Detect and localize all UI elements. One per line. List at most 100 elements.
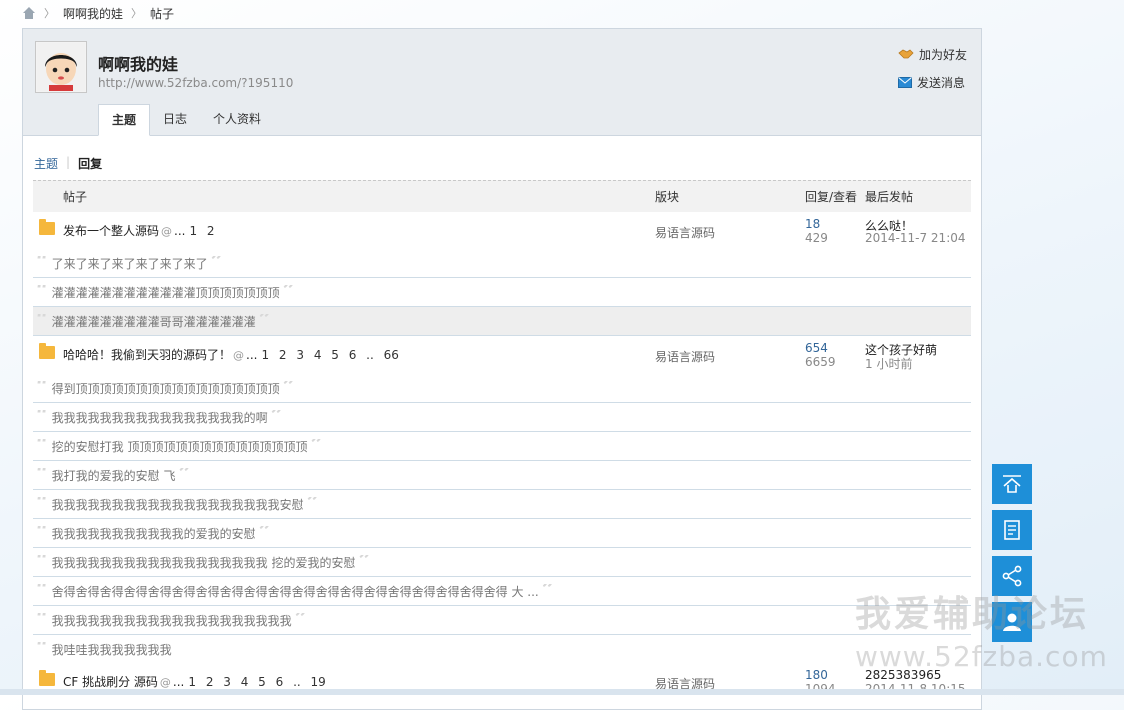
profile-actions: 加为好友 发送消息: [897, 45, 967, 101]
last-post-time[interactable]: 2014-11-7 21:04: [865, 231, 966, 245]
reply-item[interactable]: “我我我我我我我我我我我的爱我的安慰”: [33, 519, 971, 548]
reply-item[interactable]: “挖的安慰打我 顶顶顶顶顶顶顶顶顶顶顶顶顶顶顶”: [33, 432, 971, 461]
thread-title[interactable]: CF 挑战刷分 源码 @... 1 2 3 4 5 6 .. 19: [63, 673, 326, 690]
quote-open-icon: “: [36, 642, 49, 656]
back-to-top-button[interactable]: [992, 464, 1032, 504]
table-header: 帖子 版块 回复/查看 最后发帖: [33, 180, 971, 212]
folder-icon: [39, 670, 55, 686]
watermark-text: 我爱辅助论坛: [855, 594, 1090, 635]
envelope-icon: [897, 76, 912, 88]
quote-close-icon: ”: [178, 468, 192, 482]
thread-forum[interactable]: 易语言源码: [655, 224, 715, 241]
quote-open-icon: “: [36, 256, 49, 270]
reply-item[interactable]: “了来了来了来了来了来了来了”: [33, 249, 971, 278]
folder-icon: [39, 343, 55, 359]
reply-item[interactable]: “得到顶顶顶顶顶顶顶顶顶顶顶顶顶顶顶顶顶”: [33, 374, 971, 403]
reply-item[interactable]: “我我我我我我我我我我我我我我我我我我我我”: [33, 606, 971, 635]
last-post-time[interactable]: 1 小时前: [865, 355, 912, 372]
quote-open-icon: “: [36, 410, 49, 424]
add-friend-label: 加为好友: [918, 47, 967, 62]
document-icon: [1004, 520, 1020, 540]
quote-open-icon: “: [36, 555, 49, 569]
quote-close-icon: ”: [306, 497, 320, 511]
divider: |: [66, 155, 71, 169]
reply-item[interactable]: “我我我我我我我我我我我我我我我我我我我安慰”: [33, 490, 971, 519]
quote-open-icon: “: [36, 613, 49, 627]
paperclip-icon: @: [161, 225, 173, 238]
table-row: CF 挑战刷分 源码 @... 1 2 3 4 5 6 .. 19 易语言源码 18…: [33, 663, 971, 703]
paperclip-icon: @: [159, 676, 171, 689]
folder-icon: [39, 219, 55, 235]
quote-close-icon: ”: [294, 613, 308, 627]
tab-profile[interactable]: 个人资料: [200, 104, 274, 134]
watermark-url: www.52fzba.com: [855, 640, 1108, 673]
quote-close-icon: ”: [358, 555, 372, 569]
send-message-label: 发送消息: [916, 75, 965, 90]
thread-views: 6659: [805, 355, 836, 369]
profile-tabs: 主题 日志 个人资料: [98, 104, 274, 136]
quote-open-icon: “: [36, 468, 49, 482]
quote-close-icon: ”: [258, 526, 272, 540]
quote-open-icon: “: [36, 497, 49, 511]
quote-open-icon: “: [36, 285, 49, 299]
reply-item[interactable]: “灌灌灌灌灌灌灌灌灌哥哥灌灌灌灌灌灌”: [33, 307, 971, 336]
quote-close-icon: ”: [270, 410, 284, 424]
reply-item[interactable]: “我我我我我我我我我我我我我我我我我我 挖的爱我的安慰”: [33, 548, 971, 577]
profile-url[interactable]: http://www.52fzba.com/?195110: [98, 76, 293, 90]
threads-table: 帖子 版块 回复/查看 最后发帖 发布一个整人源码 @... 1 2 易语言源码 1…: [33, 180, 971, 703]
avatar[interactable]: [35, 41, 87, 93]
quote-open-icon: “: [36, 439, 49, 453]
back-to-top-icon: [1003, 475, 1021, 493]
thread-replies[interactable]: 18: [805, 217, 820, 231]
table-row: 哈哈哈！我偷到天羽的源码了！ @... 1 2 3 4 5 6 .. 66 易语言源…: [33, 336, 971, 374]
breadcrumb-page: 帖子: [150, 6, 175, 21]
thread-views: 429: [805, 231, 828, 245]
page-links[interactable]: 1 2 3 4 5 6 .. 66: [261, 348, 398, 362]
handshake-icon: [898, 49, 914, 59]
thread-forum[interactable]: 易语言源码: [655, 348, 715, 365]
subtabs: 主题 | 回复: [34, 155, 102, 172]
profile-panel: 啊啊我的娃 http://www.52fzba.com/?195110 加为好友…: [22, 28, 982, 710]
quote-close-icon: ”: [282, 381, 296, 395]
thread-title[interactable]: 发布一个整人源码 @... 1 2: [63, 222, 215, 239]
breadcrumb: 〉 啊啊我的娃 〉 帖子: [22, 4, 174, 22]
page-links[interactable]: 1 2: [189, 224, 214, 238]
quote-open-icon: “: [36, 381, 49, 395]
bottom-bar: [0, 689, 1124, 695]
add-friend-button[interactable]: 加为好友: [898, 45, 967, 63]
reply-item[interactable]: “我哇哇我我我我我我我: [33, 635, 971, 663]
thread-title[interactable]: 哈哈哈！我偷到天羽的源码了！ @... 1 2 3 4 5 6 .. 66: [63, 346, 399, 363]
subtab-replies[interactable]: 回复: [78, 155, 102, 172]
reply-item[interactable]: “舍得舍得舍得舍得舍得舍得舍得舍得舍得舍得舍得舍得舍得舍得舍得舍得舍得舍得舍得 …: [33, 577, 971, 606]
quote-close-icon: ”: [210, 256, 224, 270]
profile-header: 啊啊我的娃 http://www.52fzba.com/?195110 加为好友…: [23, 29, 981, 136]
share-icon: [1002, 565, 1022, 587]
thread-replies[interactable]: 180: [805, 668, 828, 682]
document-button[interactable]: [992, 510, 1032, 550]
chevron-right-icon: 〉: [44, 7, 55, 20]
tab-topics[interactable]: 主题: [98, 104, 151, 136]
page-links[interactable]: 1 2 3 4 5 6 .. 19: [188, 675, 325, 689]
header-reply-view: 回复/查看: [805, 190, 858, 204]
quote-close-icon: ”: [310, 439, 324, 453]
table-row: 发布一个整人源码 @... 1 2 易语言源码 18 429 么么哒！ 2014-1…: [33, 212, 971, 249]
quote-open-icon: “: [36, 526, 49, 540]
header-last-post: 最后发帖: [865, 190, 914, 204]
profile-name: 啊啊我的娃: [98, 55, 179, 74]
quote-close-icon: ”: [258, 314, 272, 328]
home-icon[interactable]: [22, 7, 36, 19]
reply-item[interactable]: “灌灌灌灌灌灌灌灌灌灌灌灌顶顶顶顶顶顶顶”: [33, 278, 971, 307]
quote-open-icon: “: [36, 584, 49, 598]
breadcrumb-user[interactable]: 啊啊我的娃: [63, 5, 123, 22]
paperclip-icon: @: [233, 349, 245, 362]
quote-close-icon: ”: [541, 584, 555, 598]
tab-blog[interactable]: 日志: [150, 104, 200, 134]
reply-item[interactable]: “我打我的爱我的安慰 飞”: [33, 461, 971, 490]
subtab-topics[interactable]: 主题: [34, 155, 58, 172]
send-message-button[interactable]: 发送消息: [897, 73, 967, 91]
header-forum: 版块: [655, 190, 680, 204]
reply-item[interactable]: “我我我我我我我我我我我我我我我我的啊”: [33, 403, 971, 432]
chevron-right-icon: 〉: [131, 7, 143, 20]
thread-replies[interactable]: 654: [805, 341, 828, 355]
quote-open-icon: “: [36, 314, 49, 328]
